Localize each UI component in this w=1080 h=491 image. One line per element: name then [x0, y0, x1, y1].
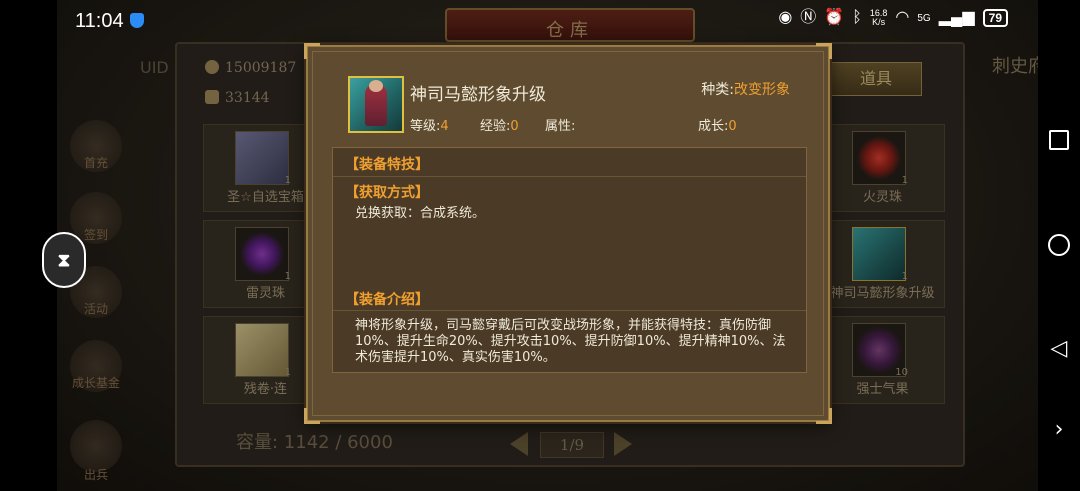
item-slot[interactable]: 1 火灵珠	[820, 124, 945, 212]
intro-section-title: 【装备介绍】	[345, 292, 429, 308]
corner-ornament-icon	[304, 43, 320, 59]
side-label-first-recharge: 首充	[83, 156, 108, 170]
capacity-label: 容量: 1142 / 6000	[236, 432, 393, 453]
item-slot[interactable]: 10 强士气果	[820, 316, 945, 404]
corner-ornament-icon	[816, 408, 832, 424]
divider	[333, 176, 806, 177]
next-page-arrow-icon[interactable]	[614, 432, 632, 456]
growth-value: 0	[728, 119, 737, 134]
exp-value: 0	[510, 119, 519, 134]
growth-label: 成长:	[698, 119, 729, 134]
source-section-title: 【获取方式】	[345, 185, 429, 201]
floating-assistant-icon[interactable]: ⧗	[42, 232, 86, 288]
status-bar: 11:04 ◉ Ⓝ ⏰ ᛒ 16.8 K/s ◠ 5G ▂▄▆ 79	[57, 0, 1038, 40]
expand-button[interactable]: ›	[1044, 414, 1074, 444]
side-button-dispatch[interactable]	[70, 420, 122, 472]
recents-button[interactable]	[1044, 125, 1074, 155]
item-count: 1	[901, 175, 908, 186]
exp-label: 经验:	[480, 119, 511, 134]
attr-label: 属性:	[545, 119, 576, 134]
item-count: 1	[284, 367, 291, 378]
item-name: 神司马懿形象升级	[410, 85, 546, 105]
coin-icon	[205, 60, 219, 74]
side-label-growth-fund: 成长基金	[71, 376, 120, 390]
intro-text: 神将形象升级，司马懿穿戴后可改变战场形象，并能获得特技：真伤防御10%、提升生命…	[355, 318, 786, 365]
chevron-right-icon: ›	[1054, 416, 1064, 442]
item-label: 火灵珠	[862, 190, 902, 205]
status-icons: ◉ Ⓝ ⏰ ᛒ 16.8 K/s ◠ 5G ▂▄▆ 79	[778, 9, 1008, 27]
nfc-icon: Ⓝ	[800, 9, 817, 26]
side-label-activity: 活动	[83, 302, 108, 316]
item-portrait-icon	[348, 76, 404, 133]
level-label: 等级:	[410, 119, 441, 134]
clock: 11:04	[75, 10, 124, 32]
ingot-icon	[205, 90, 219, 104]
net-speed: 16.8 K/s	[870, 9, 888, 27]
item-count: 1	[284, 175, 291, 186]
home-button[interactable]	[1044, 230, 1074, 260]
item-type: 种类:改变形象	[701, 79, 790, 99]
prev-page-arrow-icon[interactable]	[510, 432, 528, 456]
scroll-icon	[235, 323, 289, 377]
exp-stat: 经验:0	[480, 115, 519, 134]
item-count: 1	[284, 271, 291, 282]
item-label: 强士气果	[856, 382, 909, 397]
item-detail-modal: 神司马懿形象升级 种类:改变形象 等级:4 经验:0 属性: 成长:0 【装备特…	[304, 43, 832, 424]
thunder-orb-icon	[235, 227, 289, 281]
shield-icon	[130, 13, 144, 28]
gold-counter: 15009187	[205, 60, 296, 76]
eye-icon: ◉	[778, 9, 793, 26]
battery-indicator: 79	[982, 9, 1008, 27]
treasure-chest-icon	[235, 131, 289, 185]
signal-label: 5G	[917, 12, 931, 24]
gold-value: 15009187	[225, 60, 297, 76]
corner-ornament-icon	[304, 408, 320, 424]
back-button[interactable]: ◁	[1044, 333, 1074, 363]
figure-head	[369, 80, 383, 92]
uid-label: UID	[140, 58, 169, 77]
fire-orb-icon	[852, 131, 906, 185]
ingot-counter: 33144	[205, 90, 270, 106]
tab-items[interactable]: 道具	[830, 62, 922, 96]
level-stat: 等级:4	[410, 115, 449, 134]
bluetooth-icon: ᛒ	[852, 9, 862, 26]
square-icon	[1049, 130, 1069, 150]
level-value: 4	[440, 119, 449, 134]
ingot-value: 33144	[225, 90, 270, 106]
wifi-icon: ◠	[895, 9, 910, 26]
item-label: 神司马懿形象升级	[830, 286, 935, 301]
alarm-icon: ⏰	[824, 9, 845, 26]
divider	[333, 310, 806, 311]
item-count: 10	[895, 367, 908, 378]
growth-stat: 成长:0	[698, 115, 737, 134]
character-portrait-icon	[852, 227, 906, 281]
type-value: 改变形象	[734, 82, 790, 98]
android-nav-bar: ◁ ›	[1038, 0, 1080, 491]
attr-stat: 属性:	[545, 115, 575, 134]
back-triangle-icon: ◁	[1050, 335, 1068, 361]
signal-bars-icon: ▂▄▆	[938, 9, 975, 26]
circle-icon	[1048, 234, 1070, 256]
item-slot[interactable]: 1 神司马懿形象升级	[820, 220, 945, 308]
type-label: 种类:	[701, 82, 734, 98]
skill-section-title: 【装备特技】	[345, 157, 429, 173]
corner-ornament-icon	[816, 43, 832, 59]
side-label-dispatch: 出兵	[83, 468, 108, 482]
source-text: 兑换获取：合成系统。	[355, 206, 486, 221]
detail-box: 【装备特技】 【获取方式】 兑换获取：合成系统。 【装备介绍】 神将形象升级，司…	[332, 147, 807, 373]
item-count: 1	[901, 271, 908, 282]
page-indicator: 1/9	[540, 432, 604, 458]
net-speed-unit: K/s	[872, 17, 886, 27]
